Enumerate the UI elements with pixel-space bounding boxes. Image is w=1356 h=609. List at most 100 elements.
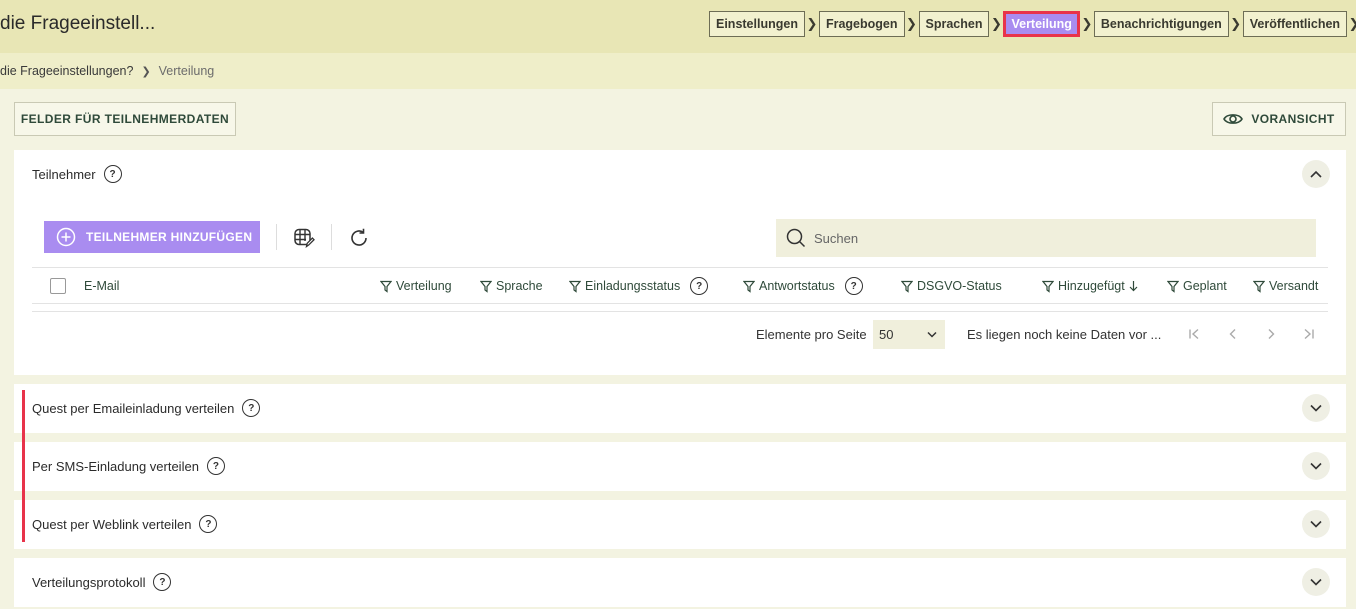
- step-veroeffentlichen[interactable]: Veröffentlichen: [1242, 11, 1348, 37]
- participant-fields-button[interactable]: FELDER FÜR TEILNEHMERDATEN: [14, 102, 236, 136]
- step-sprachen[interactable]: Sprachen: [918, 11, 990, 37]
- column-email-label: E-Mail: [84, 279, 120, 293]
- chevron-down-icon: [927, 331, 937, 338]
- weblink-distribution-header: Quest per Weblink verteilen ?: [32, 515, 218, 533]
- column-distribution[interactable]: Verteilung: [380, 268, 452, 304]
- filter-icon: [901, 280, 913, 293]
- help-icon[interactable]: ?: [103, 165, 122, 183]
- preview-button[interactable]: VORANSICHT: [1212, 102, 1346, 136]
- refresh-icon[interactable]: [348, 227, 370, 249]
- email-distribution-title: Quest per Emaileinladung verteilen: [32, 400, 235, 416]
- table-body-divider: [32, 311, 1328, 312]
- expand-button[interactable]: [1302, 394, 1330, 422]
- step-benachrichtigungen[interactable]: Benachrichtigungen: [1093, 11, 1229, 37]
- search-field: [776, 219, 1316, 257]
- select-all-checkbox[interactable]: [50, 278, 66, 294]
- chevron-right-icon: ❯: [806, 16, 818, 31]
- expand-button[interactable]: [1302, 452, 1330, 480]
- highlight-marker: [22, 390, 25, 542]
- add-participant-label: TEILNEHMER HINZUFÜGEN: [86, 230, 253, 244]
- sms-distribution-title: Per SMS-Einladung verteilen: [32, 458, 199, 474]
- participant-fields-label: FELDER FÜR TEILNEHMERDATEN: [20, 112, 230, 126]
- column-response-status[interactable]: Antwortstatus ?: [743, 268, 863, 304]
- column-email[interactable]: E-Mail: [84, 268, 119, 304]
- pagination: Elemente pro Seite 50 Es liegen noch kei…: [14, 320, 1346, 350]
- distribution-log-title: Verteilungsprotokoll: [32, 574, 146, 590]
- page-size-select[interactable]: 50: [873, 320, 945, 349]
- chevron-down-icon: [1310, 520, 1322, 528]
- chevron-right-icon: ❯: [141, 65, 151, 78]
- sms-distribution-header: Per SMS-Einladung verteilen ?: [32, 457, 225, 475]
- last-page-icon: [1304, 328, 1314, 340]
- chevron-down-icon: [1310, 404, 1322, 412]
- divider: [276, 224, 277, 250]
- divider: [331, 224, 332, 250]
- sort-down-icon: [1129, 281, 1138, 292]
- help-icon[interactable]: ?: [242, 399, 261, 417]
- first-page-icon: [1189, 328, 1199, 340]
- collapse-button[interactable]: [1302, 160, 1330, 188]
- column-sent[interactable]: Versandt: [1253, 268, 1318, 304]
- filter-icon: [380, 280, 392, 293]
- last-page-button[interactable]: [1301, 325, 1317, 343]
- plus-circle-icon: [56, 227, 76, 247]
- previous-page-button[interactable]: [1225, 325, 1241, 343]
- table-edit-icon[interactable]: [293, 227, 315, 249]
- help-icon[interactable]: ?: [153, 573, 172, 591]
- chevron-left-icon: [1229, 329, 1236, 339]
- expand-button[interactable]: [1302, 510, 1330, 538]
- help-icon[interactable]: ?: [206, 457, 225, 475]
- help-icon[interactable]: ?: [844, 277, 863, 295]
- breadcrumb-parent[interactable]: die Frageeinstellungen?: [0, 64, 133, 78]
- chevron-down-icon: [1310, 462, 1322, 470]
- help-icon[interactable]: ?: [690, 277, 709, 295]
- distribution-log-header: Verteilungsprotokoll ?: [32, 573, 172, 591]
- column-gdpr-status-label: DSGVO-Status: [917, 279, 1002, 293]
- filter-icon: [1167, 280, 1179, 293]
- help-icon[interactable]: ?: [199, 515, 218, 533]
- preview-label: VORANSICHT: [1251, 112, 1335, 126]
- chevron-up-icon: [1310, 170, 1322, 178]
- column-planned-label: Geplant: [1183, 279, 1227, 293]
- email-distribution-panel[interactable]: Quest per Emaileinladung verteilen ?: [14, 384, 1346, 433]
- column-distribution-label: Verteilung: [396, 279, 452, 293]
- add-participant-button[interactable]: TEILNEHMER HINZUFÜGEN: [44, 221, 260, 253]
- page-size-label: Elemente pro Seite: [756, 327, 867, 342]
- column-invitation-status-label: Einladungsstatus: [585, 279, 681, 293]
- chevron-right-icon: ❯: [1230, 16, 1242, 31]
- first-page-button[interactable]: [1186, 325, 1202, 343]
- column-invitation-status[interactable]: Einladungsstatus ?: [569, 268, 709, 304]
- column-response-status-label: Antwortstatus: [759, 279, 835, 293]
- email-distribution-header: Quest per Emaileinladung verteilen ?: [32, 399, 261, 417]
- weblink-distribution-title: Quest per Weblink verteilen: [32, 516, 192, 532]
- column-planned[interactable]: Geplant: [1167, 268, 1227, 304]
- column-added-label: Hinzugefügt: [1058, 279, 1125, 293]
- participants-panel: Teilnehmer ? TEILNEHMER HINZUFÜGEN E-Mai…: [14, 150, 1346, 375]
- page-title: die Frageeinstell...: [0, 13, 156, 34]
- filter-icon: [1042, 280, 1054, 293]
- chevron-right-icon: [1268, 329, 1275, 339]
- distribution-log-panel[interactable]: Verteilungsprotokoll ?: [14, 558, 1346, 607]
- column-sent-label: Versandt: [1269, 279, 1319, 293]
- search-icon: [786, 228, 806, 248]
- column-language[interactable]: Sprache: [480, 268, 543, 304]
- column-gdpr-status[interactable]: DSGVO-Status: [901, 268, 1002, 304]
- column-added[interactable]: Hinzugefügt: [1042, 268, 1138, 304]
- sms-distribution-panel[interactable]: Per SMS-Einladung verteilen ?: [14, 442, 1346, 491]
- weblink-distribution-panel[interactable]: Quest per Weblink verteilen ?: [14, 500, 1346, 549]
- column-language-label: Sprache: [496, 279, 543, 293]
- breadcrumb-current: Verteilung: [158, 64, 215, 78]
- filter-icon: [1253, 280, 1265, 293]
- chevron-right-icon: ❯: [991, 16, 1002, 31]
- chevron-right-icon: ❯: [906, 16, 917, 31]
- next-page-button[interactable]: [1263, 325, 1279, 343]
- step-einstellungen[interactable]: Einstellungen: [709, 11, 805, 37]
- step-verteilung[interactable]: Verteilung: [1003, 11, 1080, 37]
- eye-icon: [1223, 114, 1244, 124]
- chevron-down-icon: [1310, 578, 1322, 586]
- step-fragebogen[interactable]: Fragebogen: [818, 11, 905, 37]
- participants-table-header: E-Mail Verteilung Sprache Einladungsstat…: [32, 267, 1328, 304]
- expand-button[interactable]: [1302, 568, 1330, 596]
- filter-icon: [480, 280, 492, 293]
- search-input[interactable]: [814, 230, 1294, 246]
